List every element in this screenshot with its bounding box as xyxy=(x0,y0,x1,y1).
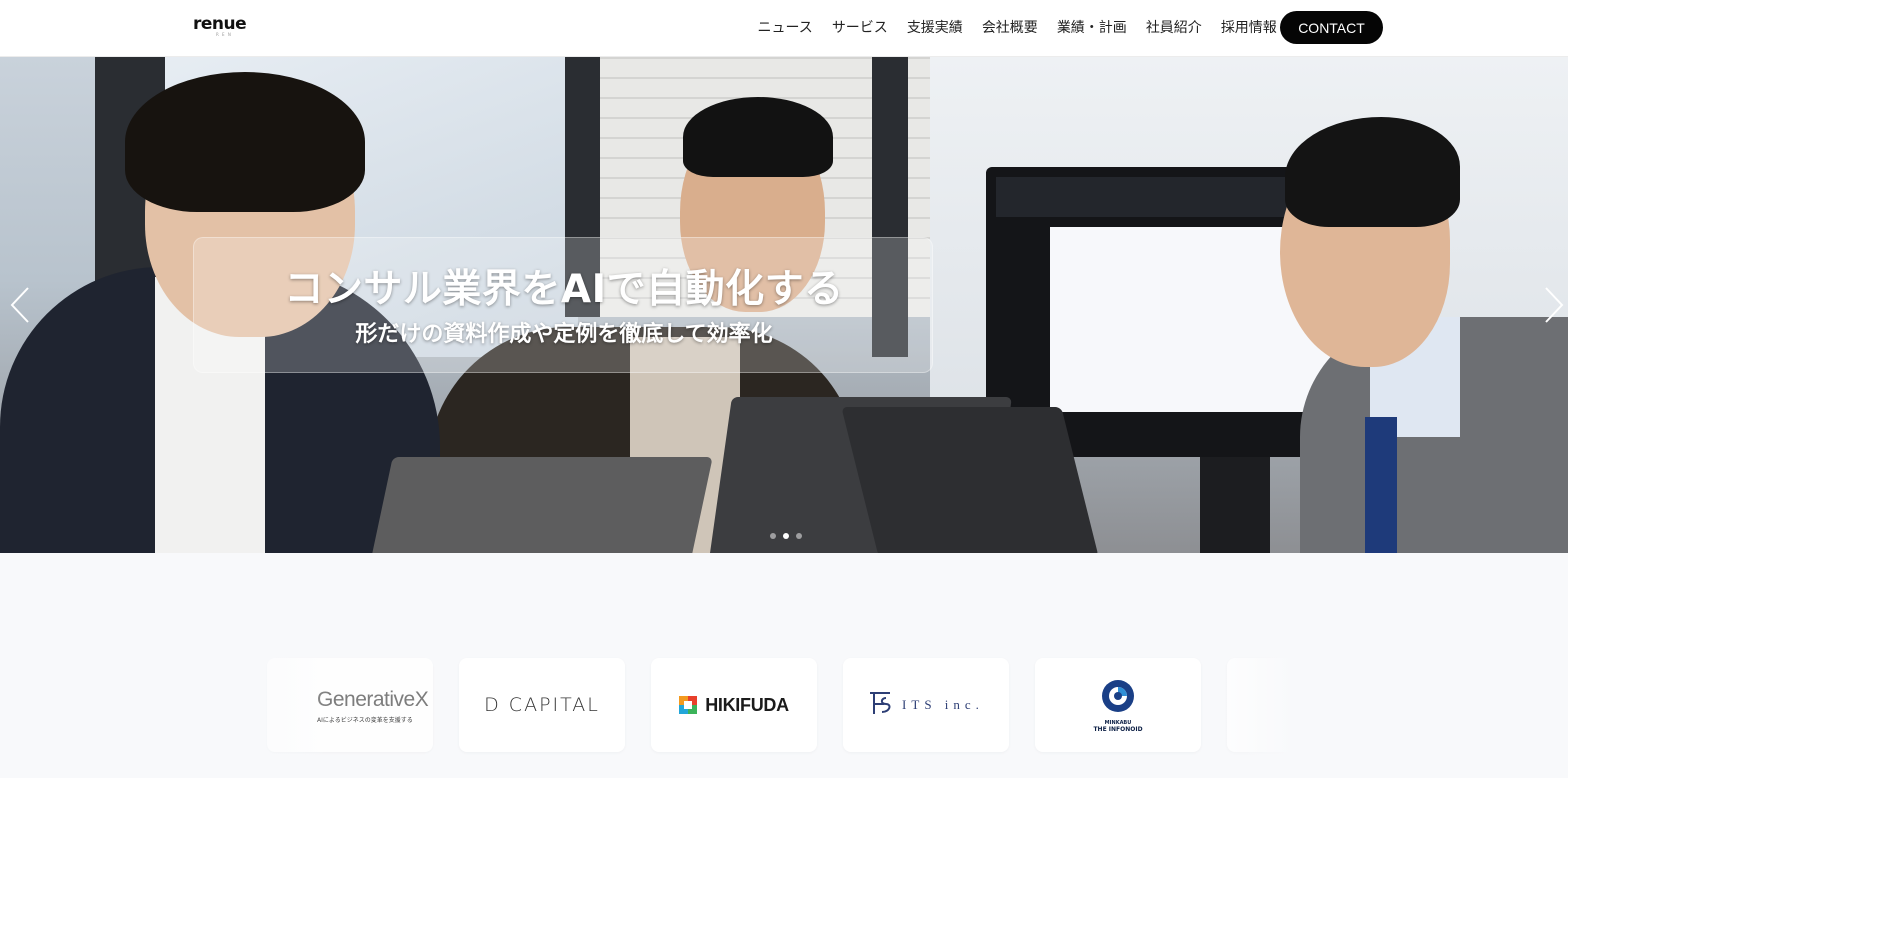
hero-title: コンサル業界をAIで自動化する xyxy=(284,267,844,312)
contact-button[interactable]: CONTACT xyxy=(1280,11,1383,44)
logo-text: renue xyxy=(193,14,247,34)
carousel-dot-2[interactable] xyxy=(783,533,789,539)
hero-subtitle: 形だけの資料作成や定例を徹底して効率化 xyxy=(355,322,773,347)
hero-carousel: コンサル業界をAIで自動化する 形だけの資料作成や定例を徹底して効率化 xyxy=(0,57,1568,553)
logo-card-dcapital: D CAPITAL xyxy=(459,658,625,752)
carousel-dots xyxy=(770,533,802,539)
its-mark-icon xyxy=(868,690,892,720)
carousel-dot-3[interactable] xyxy=(796,533,802,539)
nav-services[interactable]: サービス xyxy=(832,17,888,37)
generativex-logo: GenerativeX xyxy=(317,688,429,711)
nav-company[interactable]: 会社概要 xyxy=(982,17,1038,37)
carousel-next-icon[interactable] xyxy=(1540,285,1566,325)
generativex-tagline: AIによるビジネスの変革を支援する xyxy=(317,717,413,724)
hikifuda-logo: HIKIFUDA xyxy=(705,694,789,715)
carousel-fade-left xyxy=(0,553,330,778)
client-logos: GenerativeX AIによるビジネスの変革を支援する D CAPITAL … xyxy=(0,553,1568,778)
logo-card-its: ITS inc. xyxy=(843,658,1009,752)
its-logo: ITS inc. xyxy=(902,697,984,712)
hero-caption-panel: コンサル業界をAIで自動化する 形だけの資料作成や定例を徹底して効率化 xyxy=(193,237,933,373)
nav-case-studies[interactable]: 支援実績 xyxy=(907,17,963,37)
minkabu-mark-icon xyxy=(1098,678,1138,718)
site-logo[interactable]: renue R E N xyxy=(193,16,249,38)
logo-card-hikifuda: HIKIFUDA xyxy=(651,658,817,752)
logo-card-minkabu: MINKABU THE INFONOID xyxy=(1035,658,1201,752)
nav-recruit[interactable]: 採用情報 xyxy=(1221,17,1277,37)
nav-performance[interactable]: 業績・計画 xyxy=(1057,17,1127,37)
carousel-prev-icon[interactable] xyxy=(8,285,34,325)
logo-subtext: R E N xyxy=(216,32,232,37)
minkabu-tagline: THE INFONOID xyxy=(1093,725,1143,733)
dcapital-logo: D CAPITAL xyxy=(484,694,600,716)
carousel-dot-1[interactable] xyxy=(770,533,776,539)
nav-news[interactable]: ニュース xyxy=(758,17,813,37)
main-nav: ニュース サービス 支援実績 会社概要 業績・計画 社員紹介 採用情報 xyxy=(748,10,1286,44)
nav-members[interactable]: 社員紹介 xyxy=(1146,17,1202,37)
site-header: renue R E N ニュース サービス 支援実績 会社概要 業績・計画 社員… xyxy=(0,0,1568,57)
hikifuda-mark-icon xyxy=(679,696,698,714)
carousel-fade-right xyxy=(1200,553,1568,778)
